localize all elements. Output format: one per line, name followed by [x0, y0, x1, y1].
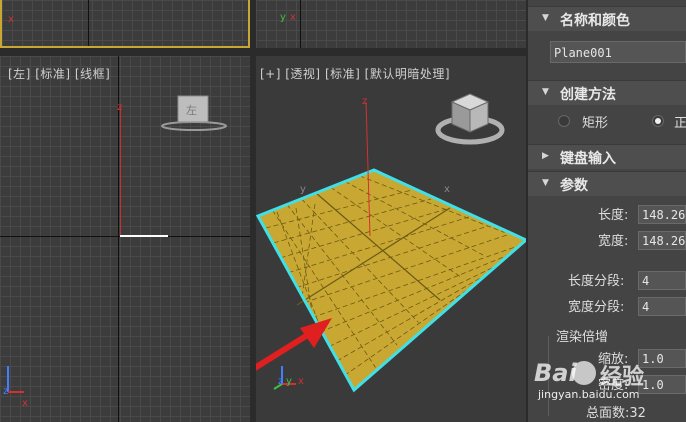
radio-rectangle-label: 矩形: [582, 116, 609, 131]
rollout-name-color[interactable]: ▼ 名称和颜色: [528, 6, 686, 31]
rollout-collapsed-icon: ▶: [542, 151, 549, 161]
plane-edge-line: [120, 235, 168, 237]
object-name-input[interactable]: Plane001: [550, 41, 686, 63]
axis-y-label: y: [300, 184, 306, 195]
svg-text:左: 左: [186, 104, 197, 117]
width-input[interactable]: 148.26: [638, 231, 686, 250]
paw-icon: [572, 361, 596, 385]
viewport-perspective[interactable]: [+] [透视] [标准] [默认明暗处理] z y x z y x: [256, 56, 526, 422]
rollout-title: 创建方法: [560, 87, 616, 103]
view-cube-icon[interactable]: 左: [150, 90, 240, 134]
radio-square[interactable]: [652, 115, 664, 127]
viewport-top-left[interactable]: x: [0, 0, 250, 48]
axis-x-label: x: [298, 376, 304, 387]
axis-x-label: x: [444, 184, 450, 195]
axis-z-label: z: [117, 102, 123, 113]
rollout-creation-method[interactable]: ▼ 创建方法: [528, 80, 686, 105]
length-segs-label: 长度分段:: [568, 274, 625, 289]
axis-z-label: z: [3, 386, 9, 397]
rollout-title: 名称和颜色: [560, 13, 630, 29]
grid-axis-line: [300, 0, 301, 48]
viewport-label-left[interactable]: [左]: [8, 67, 31, 81]
length-input[interactable]: 148.26: [638, 205, 686, 224]
radio-square-label: 正: [674, 116, 686, 131]
viewport-label-wireframe[interactable]: [线框]: [75, 67, 110, 81]
rollout-title: 参数: [560, 178, 588, 194]
viewport-top-right[interactable]: y x: [256, 0, 526, 48]
rollout-keyboard-entry[interactable]: ▶ 键盘输入: [528, 144, 686, 169]
rollout-expanded-icon: ▼: [542, 178, 549, 188]
watermark: Bai 经验 jingyan.baidu.com: [528, 355, 686, 422]
axis-x-label: x: [22, 398, 28, 409]
axis-z-label: z: [278, 376, 284, 387]
viewport-left-labels[interactable]: [左] [标准] [线框]: [8, 65, 110, 82]
watermark-url: jingyan.baidu.com: [538, 388, 640, 401]
rollout-parameters[interactable]: ▼ 参数: [528, 171, 686, 196]
rollout-expanded-icon: ▼: [542, 13, 549, 23]
render-mult-title: 渲染倍增: [556, 330, 609, 345]
rollout-expanded-icon: ▼: [542, 87, 549, 97]
watermark-brand: Bai: [534, 359, 577, 387]
axis-x-label: x: [8, 14, 14, 25]
width-segs-label: 宽度分段:: [568, 300, 625, 315]
width-segs-input[interactable]: 4: [638, 297, 686, 316]
axis-y-label: y: [286, 376, 292, 387]
grid-axis-line: [88, 0, 89, 46]
rollout-title: 键盘输入: [560, 151, 616, 167]
radio-rectangle[interactable]: [558, 115, 570, 127]
axis-z-label: z: [362, 96, 368, 107]
viewport-left[interactable]: [左] [标准] [线框] 左 z z x: [0, 56, 250, 422]
length-segs-input[interactable]: 4: [638, 271, 686, 290]
watermark-brand-2: 经验: [600, 365, 645, 390]
axis-x-label: x: [290, 12, 296, 23]
z-axis-line: [120, 106, 121, 236]
width-label: 宽度:: [598, 234, 629, 249]
viewport-label-standard[interactable]: [标准]: [35, 67, 70, 81]
axis-y-label: y: [280, 12, 286, 23]
length-label: 长度:: [598, 208, 629, 223]
